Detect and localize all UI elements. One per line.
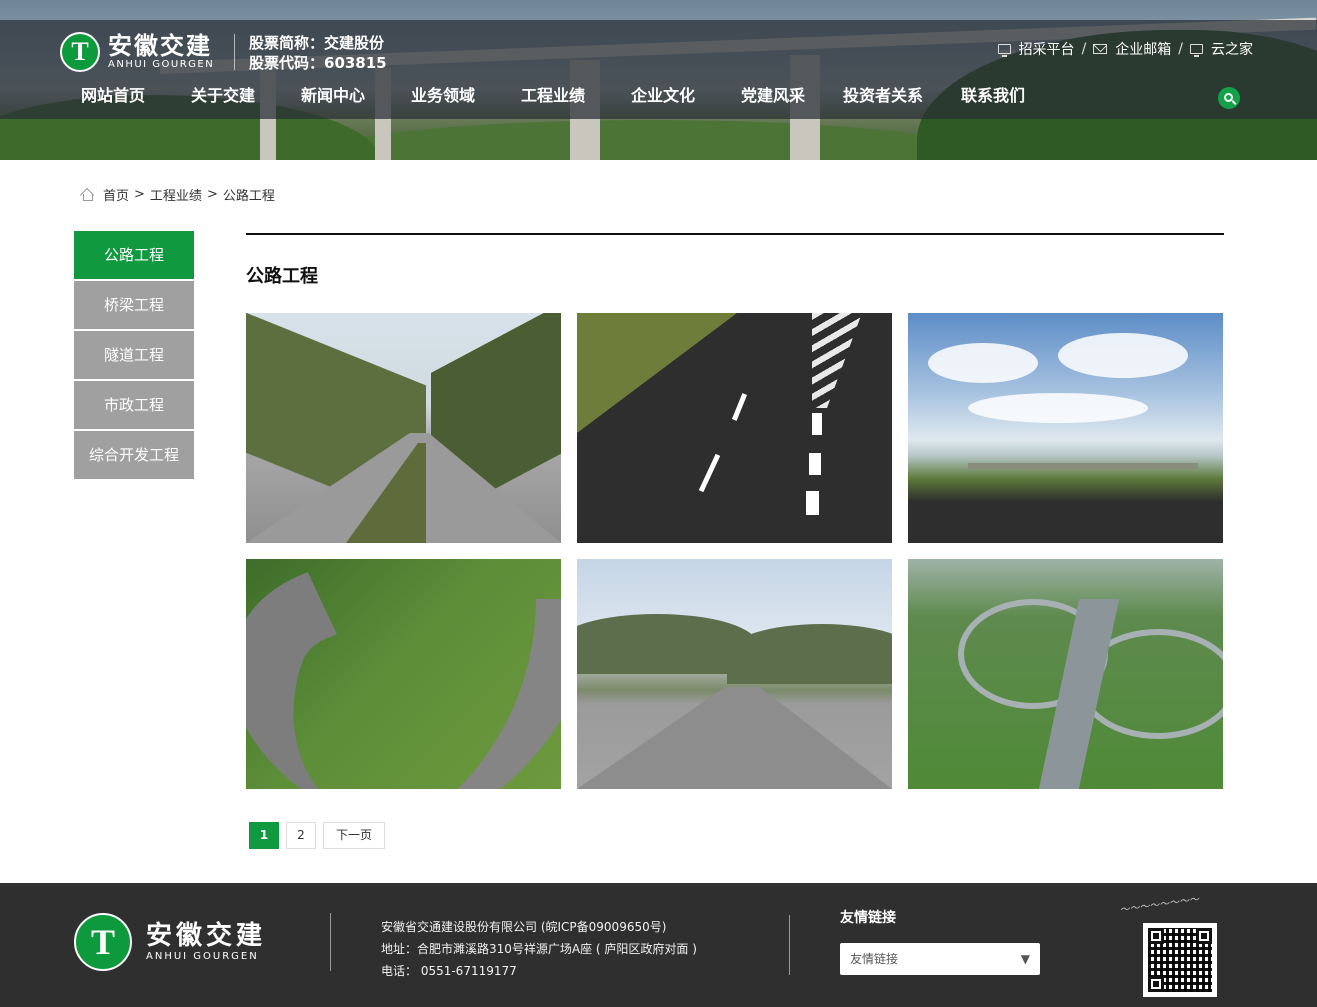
photo-lane-line — [698, 453, 721, 493]
nav-item-projects[interactable]: 工程业绩 — [521, 84, 631, 108]
breadcrumb-separator: > — [134, 187, 145, 202]
footer-divider — [330, 913, 331, 971]
logo-cn: 安徽交建 — [108, 32, 212, 60]
project-photo[interactable] — [908, 559, 1223, 789]
monitor-icon — [1190, 44, 1203, 57]
page-1-button[interactable]: 1 — [249, 822, 279, 849]
envelope-icon — [1093, 44, 1108, 54]
photo-road-marking — [812, 313, 862, 408]
photo-cloud — [928, 343, 1038, 383]
page-title: 公路工程 — [246, 266, 318, 287]
footer-company: 安徽省交通建设股份有限公司 (皖ICP备09009650号) — [381, 920, 667, 934]
nav-item-about[interactable]: 关于交建 — [191, 84, 301, 108]
logo-text: 安徽交建 ANHUI GOURGEN — [108, 33, 214, 71]
photo-lane-line — [812, 413, 822, 435]
stock-abbr: 股票简称：交建股份 — [249, 34, 385, 52]
footer-company-info: 安徽省交通建设股份有限公司 (皖ICP备09009650号) 地址：合肥市濉溪路… — [381, 916, 697, 982]
main-nav: 网站首页 关于交建 新闻中心 业务领域 工程业绩 企业文化 党建风采 投资者关系… — [81, 84, 1041, 108]
project-photo[interactable] — [577, 313, 892, 543]
logo-badge: T — [60, 32, 100, 72]
photo-cloud — [968, 393, 1148, 423]
project-photo[interactable] — [246, 313, 561, 543]
photo-lane-line — [809, 453, 821, 475]
toplink-separator: / — [1081, 41, 1087, 57]
breadcrumb: 首页 > 工程业绩 > 公路工程 — [80, 185, 275, 204]
nav-item-home[interactable]: 网站首页 — [81, 84, 191, 108]
sidebar-item-bridge[interactable]: 桥梁工程 — [74, 281, 194, 329]
toplink-label: 企业邮箱 — [1115, 42, 1172, 58]
qr-finder — [1196, 928, 1212, 944]
photo-cloud — [1058, 333, 1188, 378]
toplink-label: 招采平台 — [1018, 42, 1075, 58]
footer-logo[interactable]: T 安徽交建 ANHUI GOURGEN — [74, 913, 266, 971]
next-page-button[interactable]: 下一页 — [323, 822, 385, 849]
nav-item-contact[interactable]: 联系我们 — [961, 84, 1041, 108]
qr-code-pattern — [1148, 928, 1212, 992]
logo-en: ANHUI GOURGEN — [108, 59, 215, 70]
logo-cn: 安徽交建 — [146, 921, 267, 951]
banner-hill — [300, 120, 1000, 160]
breadcrumb-separator: > — [206, 187, 218, 202]
page-2-button[interactable]: 2 — [286, 822, 316, 849]
header-banner — [0, 0, 1317, 160]
toplink-label: 云之家 — [1211, 42, 1253, 58]
logo-badge: T — [74, 913, 132, 971]
sidebar-item-municipal[interactable]: 市政工程 — [74, 381, 194, 429]
friendly-links-selected: 友情链接 — [850, 952, 899, 966]
project-photo[interactable] — [577, 559, 892, 789]
breadcrumb-current[interactable]: 公路工程 — [223, 185, 275, 204]
logo-en: ANHUI GOURGEN — [146, 951, 259, 962]
monitor-icon — [997, 44, 1011, 57]
qr-code — [1143, 923, 1217, 997]
project-photo[interactable] — [908, 313, 1223, 543]
toplink-email[interactable]: 企业邮箱 — [1093, 39, 1171, 59]
friendly-links-title: 友情链接 — [840, 910, 896, 926]
footer-divider — [789, 915, 790, 975]
search-icon — [1223, 92, 1233, 102]
toplink-procurement[interactable]: 招采平台 — [997, 39, 1075, 59]
photo-mountain — [727, 624, 892, 684]
nav-item-business[interactable]: 业务领域 — [411, 84, 521, 108]
footer: T 安徽交建 ANHUI GOURGEN 安徽省交通建设股份有限公司 (皖ICP… — [0, 883, 1317, 1007]
breadcrumb-home[interactable]: 首页 — [103, 185, 129, 204]
toplink-cloud[interactable]: 云之家 — [1190, 39, 1253, 59]
stock-code: 股票代码：603815 — [249, 54, 387, 72]
sidebar-item-tunnel[interactable]: 隧道工程 — [74, 331, 194, 379]
nav-item-culture[interactable]: 企业文化 — [631, 84, 741, 108]
logo-text: 安徽交建 ANHUI GOURGEN — [146, 921, 266, 963]
nav-item-news[interactable]: 新闻中心 — [301, 84, 411, 108]
qr-finder — [1148, 976, 1164, 992]
photo-lane-line — [731, 393, 748, 421]
content-divider — [246, 233, 1224, 235]
sidebar: 公路工程 桥梁工程 隧道工程 市政工程 综合开发工程 — [74, 231, 194, 481]
project-photo[interactable] — [246, 559, 561, 789]
photo-grass — [577, 313, 737, 433]
footer-phone: 电话： 0551-67119177 — [381, 964, 517, 978]
chevron-down-icon: ▼ — [1020, 952, 1030, 966]
qr-finder — [1148, 928, 1164, 944]
home-icon — [80, 189, 94, 201]
logo-divider — [234, 34, 235, 70]
toplink-separator: / — [1178, 41, 1183, 57]
search-button[interactable] — [1218, 87, 1240, 109]
breadcrumb-projects[interactable]: 工程业绩 — [150, 185, 202, 204]
footer-address: 地址：合肥市濉溪路310号祥源广场A座 ( 庐阳区政府对面 ) — [381, 942, 697, 956]
top-links: 招采平台 / 企业邮箱 / 云之家 — [997, 39, 1253, 59]
sidebar-item-development[interactable]: 综合开发工程 — [74, 431, 194, 479]
sidebar-item-highway[interactable]: 公路工程 — [74, 231, 194, 279]
pagination: 1 2 下一页 — [249, 822, 392, 849]
site-logo[interactable]: T 安徽交建 ANHUI GOURGEN — [60, 31, 214, 73]
friendly-links-select[interactable]: 友情链接 ▼ — [840, 943, 1040, 975]
photo-road — [577, 687, 892, 789]
stock-info: 股票简称：交建股份 股票代码：603815 — [249, 33, 387, 73]
nav-item-investors[interactable]: 投资者关系 — [843, 84, 961, 108]
photo-lane-line — [806, 491, 819, 515]
photo-road — [266, 599, 561, 789]
nav-item-party[interactable]: 党建风采 — [741, 84, 843, 108]
photo-bridge — [968, 463, 1198, 469]
